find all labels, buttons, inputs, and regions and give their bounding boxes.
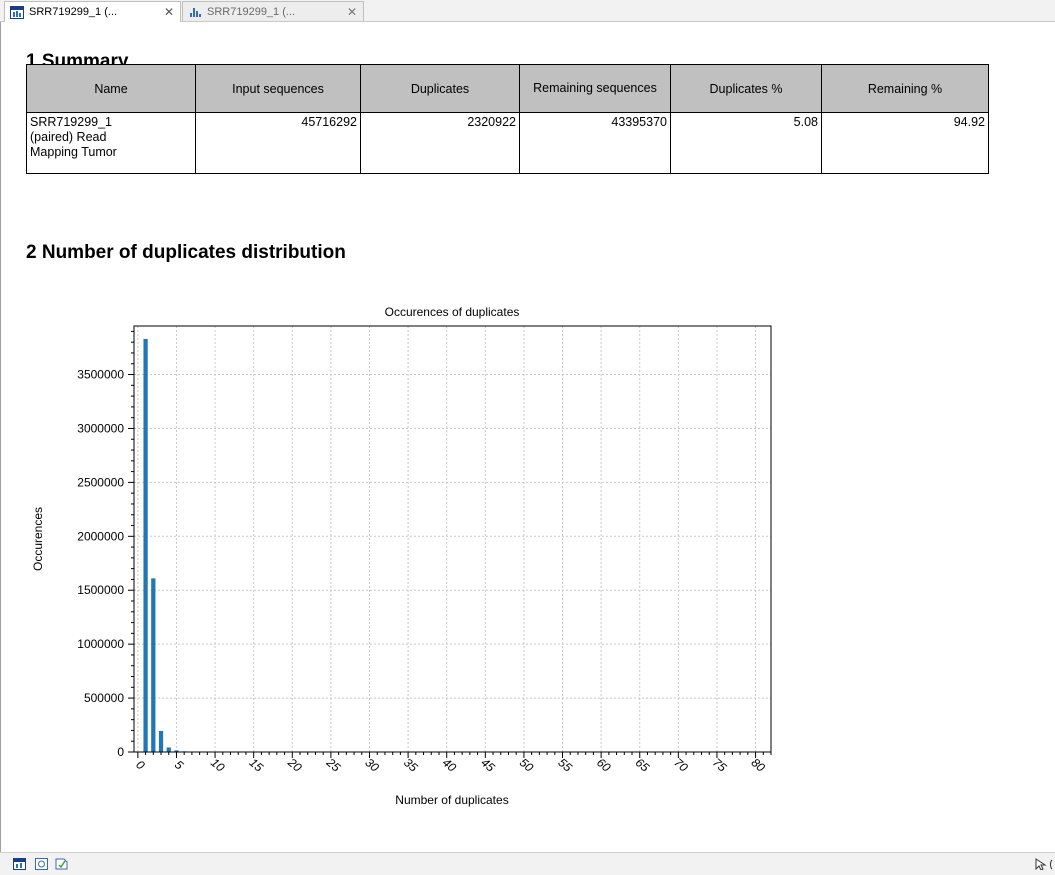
y-tick-label: 3500000 bbox=[77, 368, 124, 382]
pointer-mode-icon[interactable] bbox=[1034, 858, 1048, 870]
x-tick-label: 0 bbox=[133, 757, 147, 772]
chart-title: Occurences of duplicates bbox=[385, 305, 520, 319]
x-tick-label: 30 bbox=[362, 755, 381, 775]
pan-mode-icon[interactable] bbox=[1049, 858, 1055, 870]
y-tick-label: 500000 bbox=[84, 691, 124, 705]
x-tick-label: 35 bbox=[401, 755, 420, 775]
chart-bar bbox=[158, 730, 164, 752]
x-tick-label: 50 bbox=[517, 755, 536, 775]
y-axis-label: Occurences bbox=[31, 507, 45, 571]
chart-bars bbox=[143, 338, 187, 752]
x-tick-label: 15 bbox=[247, 755, 266, 775]
x-tick-label: 60 bbox=[594, 755, 613, 775]
y-tick-label: 0 bbox=[117, 745, 124, 759]
y-tick-label: 1500000 bbox=[77, 583, 124, 597]
y-tick-label: 1000000 bbox=[77, 637, 124, 651]
x-tick-label: 5 bbox=[172, 757, 186, 772]
chart-grid bbox=[134, 326, 771, 753]
x-tick-label: 75 bbox=[710, 755, 729, 775]
x-tick-label: 20 bbox=[284, 755, 304, 775]
table-view-icon[interactable] bbox=[13, 858, 26, 870]
settings-view-icon[interactable] bbox=[35, 858, 48, 870]
x-tick-label: 40 bbox=[440, 755, 459, 775]
x-tick-label: 45 bbox=[478, 755, 497, 775]
x-tick-label: 25 bbox=[323, 755, 343, 775]
status-bar bbox=[0, 852, 1055, 875]
y-tick-label: 2500000 bbox=[77, 475, 124, 489]
chart-ticks: 0 500000 1000000 1500000 2000000 2500000 30000… bbox=[77, 330, 772, 775]
chart-bar bbox=[143, 338, 148, 752]
history-view-icon[interactable] bbox=[55, 858, 68, 870]
y-tick-label: 2000000 bbox=[77, 529, 124, 543]
x-tick-label: 55 bbox=[555, 755, 574, 775]
duplicates-bar-chart: 0 500000 1000000 1500000 2000000 2500000 30000… bbox=[31, 305, 772, 807]
chart-bar bbox=[151, 578, 156, 752]
chart-bar bbox=[166, 747, 171, 752]
x-tick-label: 65 bbox=[633, 755, 652, 775]
x-tick-label: 10 bbox=[208, 755, 227, 775]
x-axis-label: Number of duplicates bbox=[395, 793, 508, 807]
plot-area-frame bbox=[133, 325, 772, 753]
x-tick-label: 80 bbox=[749, 755, 768, 775]
x-tick-label: 70 bbox=[671, 755, 690, 775]
y-tick-label: 3000000 bbox=[77, 421, 124, 435]
